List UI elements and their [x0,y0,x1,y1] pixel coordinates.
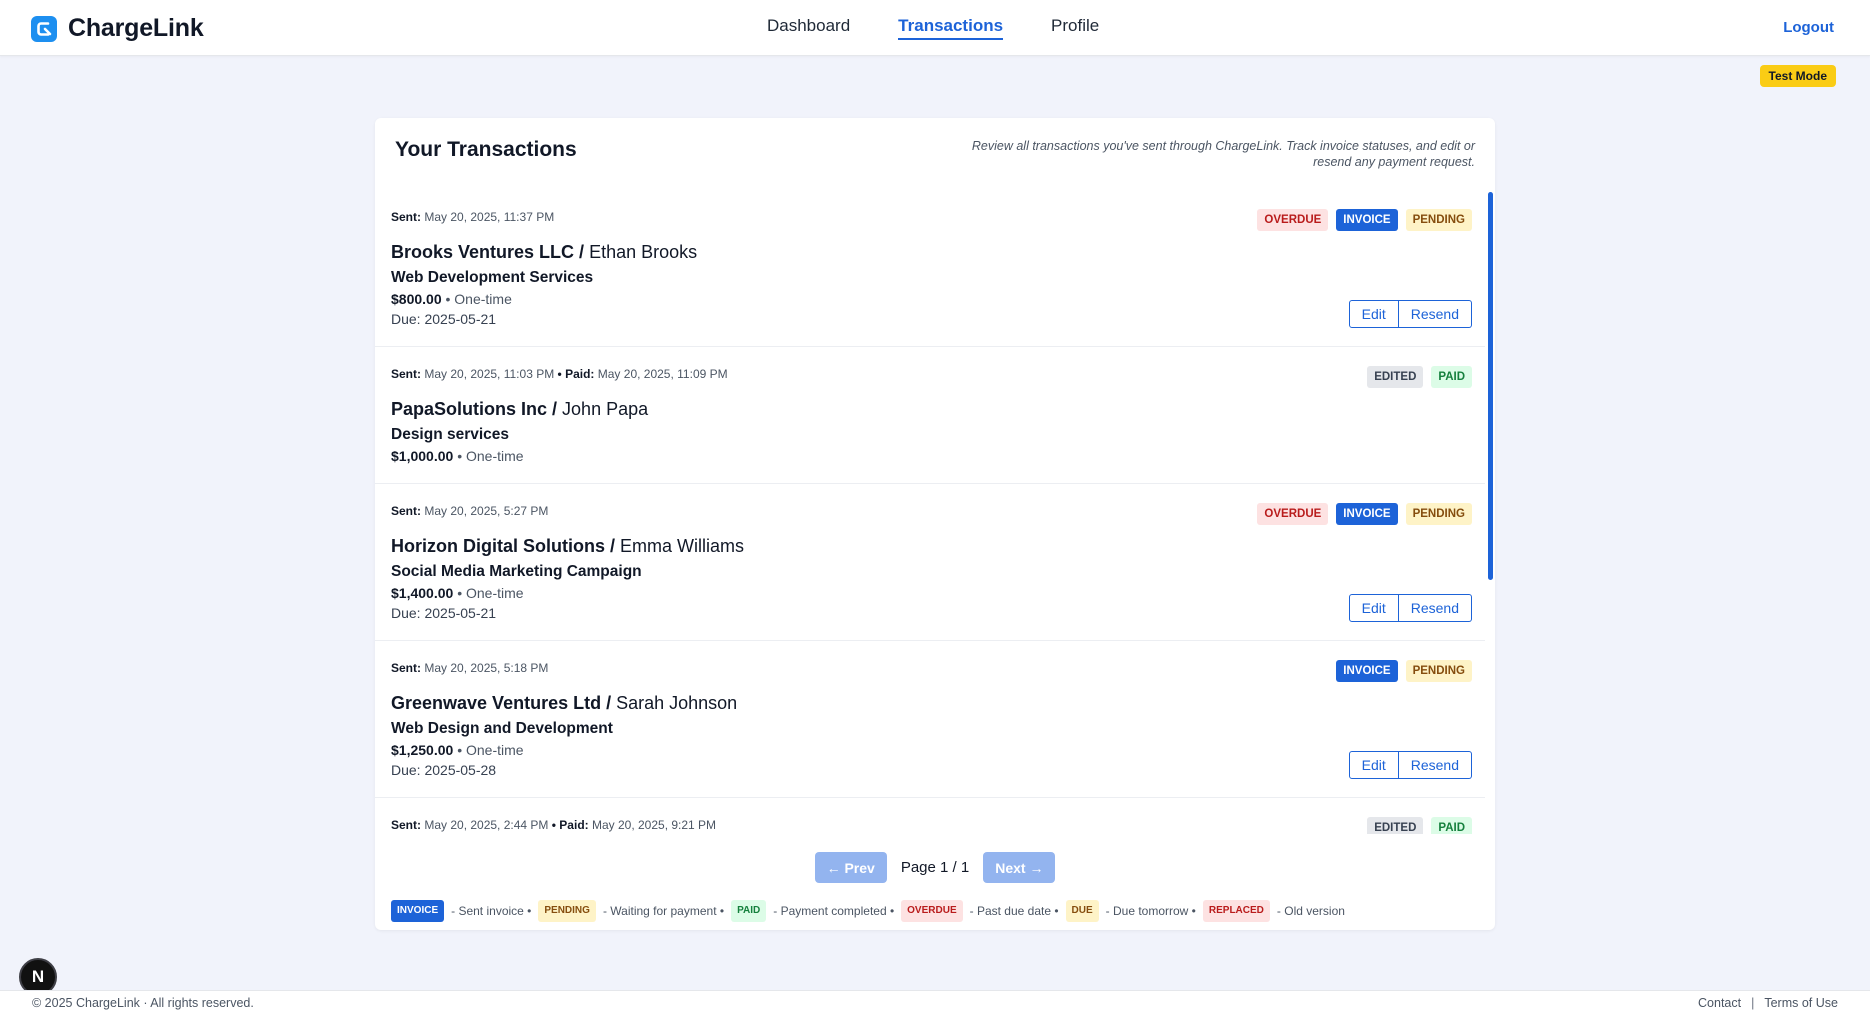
amount: $800.00 • One-time [391,291,512,307]
client-name: PapaSolutions Inc / John Papa [391,399,649,419]
footer: © 2025 ChargeLink · All rights reserved.… [0,990,1870,1015]
status-badges: EDITED PAID [1367,366,1472,388]
row-actions: Edit Resend [1348,751,1472,779]
pending-badge: PENDING [1405,660,1472,682]
transactions-list[interactable]: Sent: May 20, 2025, 11:37 PM OVERDUE INV… [375,190,1495,834]
row-actions: Edit Resend [1348,300,1472,328]
resend-button[interactable]: Resend [1398,751,1472,779]
invoice-badge: INVOICE [1336,503,1398,525]
transactions-card: Your Transactions Review all transaction… [375,118,1495,930]
status-badges: OVERDUE INVOICE PENDING [1257,503,1472,525]
legend-replaced-text: - Old version [1276,904,1345,918]
logout-link[interactable]: Logout [1783,19,1834,36]
brand-name: ChargeLink [68,14,204,42]
sent-date: Sent: May 20, 2025, 5:18 PM [391,661,549,675]
status-badges: EDITED PAID [1367,817,1472,834]
footer-copyright: © 2025 ChargeLink · All rights reserved. [32,996,254,1010]
legend-invoice-badge: INVOICE [391,900,445,922]
brand[interactable]: ChargeLink [31,14,204,43]
transaction-row: Sent: May 20, 2025, 2:44 PM • Paid: May … [375,798,1485,834]
legend-replaced-badge: REPLACED [1202,900,1270,922]
terms-link[interactable]: Terms of Use [1764,996,1838,1010]
pending-badge: PENDING [1405,503,1472,525]
amount: $1,000.00 • One-time [391,448,524,464]
invoice-badge: INVOICE [1336,209,1398,231]
legend-paid-text: - Payment completed • [773,904,895,918]
list-scrollbar[interactable] [1488,192,1493,580]
edited-badge: EDITED [1367,817,1424,834]
chargelink-logo-icon [31,15,57,42]
transaction-row: Sent: May 20, 2025, 5:27 PM OVERDUE INVO… [375,484,1485,641]
edit-button[interactable]: Edit [1348,751,1399,779]
resend-button[interactable]: Resend [1398,594,1472,622]
resend-button[interactable]: Resend [1398,300,1472,328]
status-badges: OVERDUE INVOICE PENDING [1257,209,1472,231]
transaction-row: Sent: May 20, 2025, 11:03 PM • Paid: May… [375,347,1485,484]
transaction-row: Sent: May 20, 2025, 5:18 PM INVOICE PEND… [375,641,1485,798]
legend-overdue-text: - Past due date • [969,904,1059,918]
overdue-badge: OVERDUE [1257,209,1329,231]
top-navbar: ChargeLink Dashboard Transactions Profil… [0,0,1870,56]
nav-transactions[interactable]: Transactions [898,16,1004,40]
sent-date: Sent: May 20, 2025, 11:37 PM [391,210,555,224]
due-date: Due: 2025-05-21 [391,605,497,621]
nav-dashboard[interactable]: Dashboard [767,16,850,40]
page-indicator: Page 1 / 1 [900,859,970,876]
service-title: Social Media Marketing Campaign [391,563,642,580]
amount: $1,400.00 • One-time [391,585,524,601]
legend-invoice-text: - Sent invoice • [451,904,532,918]
next-page-button[interactable]: Next → [983,852,1056,883]
sent-date: Sent: May 20, 2025, 2:44 PM • Paid: May … [391,818,717,832]
sent-date: Sent: May 20, 2025, 5:27 PM [391,504,549,518]
service-title: Web Development Services [391,269,594,286]
page-title: Your Transactions [395,138,577,161]
prev-page-button[interactable]: ← Prev [814,852,887,883]
service-title: Design services [391,426,510,443]
amount: $1,250.00 • One-time [391,742,524,758]
paid-badge: PAID [1431,366,1472,388]
due-date: Due: 2025-05-28 [391,762,497,778]
row-actions: Edit Resend [1348,594,1472,622]
due-date: Due: 2025-05-21 [391,311,497,327]
edited-badge: EDITED [1367,366,1424,388]
client-name: Horizon Digital Solutions / Emma William… [391,536,745,556]
status-badges: INVOICE PENDING [1336,660,1472,682]
service-title: Web Design and Development [391,720,613,737]
footer-links: Contact | Terms of Use [1698,996,1838,1010]
main-nav: Dashboard Transactions Profile [767,16,1099,40]
pending-badge: PENDING [1405,209,1472,231]
edit-button[interactable]: Edit [1348,594,1399,622]
legend-overdue-badge: OVERDUE [901,900,963,922]
legend-paid-badge: PAID [731,900,767,922]
test-mode-badge: Test Mode [1759,65,1836,87]
legend-pending-badge: PENDING [538,900,596,922]
legend-due-badge: DUE [1065,900,1099,922]
client-name: Greenwave Ventures Ltd / Sarah Johnson [391,693,738,713]
pagination: ← Prev Page 1 / 1 Next → [375,852,1495,883]
legend-pending-text: - Waiting for payment • [602,904,725,918]
paid-badge: PAID [1431,817,1472,834]
footer-divider: | [1751,996,1755,1010]
transaction-row: Sent: May 20, 2025, 11:37 PM OVERDUE INV… [375,190,1485,347]
nav-profile[interactable]: Profile [1051,16,1099,40]
sent-date: Sent: May 20, 2025, 11:03 PM • Paid: May… [391,367,728,381]
edit-button[interactable]: Edit [1348,300,1399,328]
contact-link[interactable]: Contact [1698,996,1741,1010]
overdue-badge: OVERDUE [1257,503,1329,525]
invoice-badge: INVOICE [1336,660,1398,682]
page-description: Review all transactions you've sent thro… [971,139,1475,169]
status-legend: INVOICE - Sent invoice • PENDING - Waiti… [391,900,1348,922]
legend-due-text: - Due tomorrow • [1105,904,1196,918]
client-name: Brooks Ventures LLC / Ethan Brooks [391,242,698,262]
